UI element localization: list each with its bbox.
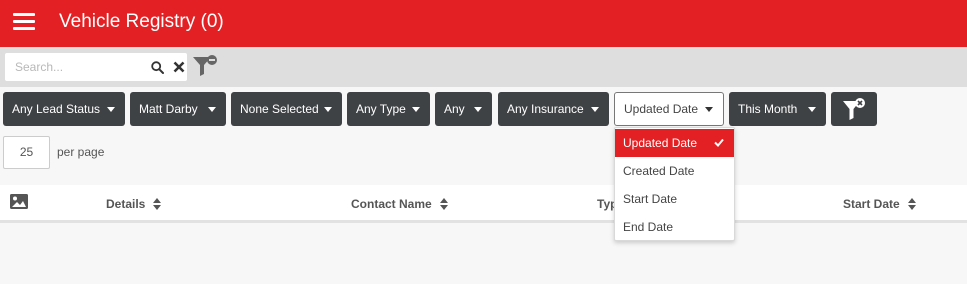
dropdown-option-label: End Date — [623, 220, 674, 234]
chevron-down-icon — [107, 107, 115, 112]
search-box — [5, 53, 187, 81]
page-title: Vehicle Registry (0) — [59, 11, 224, 32]
search-input[interactable] — [5, 53, 147, 81]
per-page-label: per page — [57, 145, 105, 159]
lead-status-filter[interactable]: Any Lead Status — [3, 92, 125, 126]
any-filter[interactable]: Any — [435, 92, 492, 126]
filter-remove-icon[interactable] — [192, 54, 218, 78]
date-range-filter-label: This Month — [738, 102, 798, 116]
user-filter-label: Matt Darby — [139, 102, 198, 116]
chevron-down-icon — [208, 107, 216, 112]
dropdown-option-end-date[interactable]: End Date — [615, 213, 734, 241]
type-filter[interactable]: Any Type — [347, 92, 430, 126]
app-header: Vehicle Registry (0) — [0, 0, 967, 47]
dropdown-option-start-date[interactable]: Start Date — [615, 185, 734, 213]
menu-bar-top — [13, 13, 35, 16]
date-field-select[interactable]: Updated Date — [614, 92, 724, 126]
chevron-down-icon — [474, 107, 482, 112]
filter-settings-button[interactable] — [831, 92, 877, 126]
chevron-down-icon — [324, 107, 332, 112]
filter-icon — [843, 98, 865, 120]
menu-bar-middle — [13, 20, 35, 23]
chevron-down-icon — [412, 107, 420, 112]
lead-status-filter-label: Any Lead Status — [12, 102, 101, 116]
insurance-filter[interactable]: Any Insurance — [498, 92, 609, 126]
dropdown-option-label: Updated Date — [623, 136, 698, 150]
sort-icon[interactable] — [907, 197, 916, 210]
search-toolbar — [0, 47, 967, 87]
column-header-details[interactable]: Details — [106, 197, 162, 211]
selection-filter-label: None Selected — [240, 102, 319, 116]
per-page-input[interactable]: 25 — [3, 136, 50, 169]
date-field-dropdown-menu: Updated Date Created Date Start Date End… — [614, 127, 735, 241]
column-header-contact-name-label: Contact Name — [351, 197, 432, 211]
table-header: Details Contact Name Typ Start Date — [0, 185, 967, 223]
user-filter[interactable]: Matt Darby — [130, 92, 226, 126]
date-field-select-value: Updated Date — [624, 102, 699, 116]
dropdown-option-label: Created Date — [623, 164, 695, 178]
column-header-start-date[interactable]: Start Date — [843, 197, 916, 211]
type-filter-label: Any Type — [356, 102, 406, 116]
sort-icon[interactable] — [439, 197, 448, 210]
sort-icon[interactable] — [153, 197, 162, 210]
column-header-start-date-label: Start Date — [843, 197, 900, 211]
hamburger-menu-icon[interactable] — [13, 13, 35, 31]
selection-filter[interactable]: None Selected — [231, 92, 342, 126]
check-icon — [714, 138, 724, 147]
chevron-down-icon — [808, 107, 816, 112]
image-icon — [10, 194, 28, 209]
search-icon[interactable] — [151, 61, 164, 74]
dropdown-option-created-date[interactable]: Created Date — [615, 157, 734, 185]
dropdown-option-label: Start Date — [623, 192, 678, 206]
insurance-filter-label: Any Insurance — [507, 102, 584, 116]
menu-bar-bottom — [13, 27, 35, 30]
column-header-contact-name[interactable]: Contact Name — [351, 197, 448, 211]
dropdown-option-updated-date[interactable]: Updated Date — [615, 129, 734, 157]
chevron-down-icon — [705, 107, 713, 112]
chevron-down-icon — [591, 107, 599, 112]
any-filter-label: Any — [444, 102, 465, 116]
column-header-details-label: Details — [106, 197, 146, 211]
date-range-filter[interactable]: This Month — [729, 92, 826, 126]
close-icon[interactable] — [173, 61, 185, 73]
